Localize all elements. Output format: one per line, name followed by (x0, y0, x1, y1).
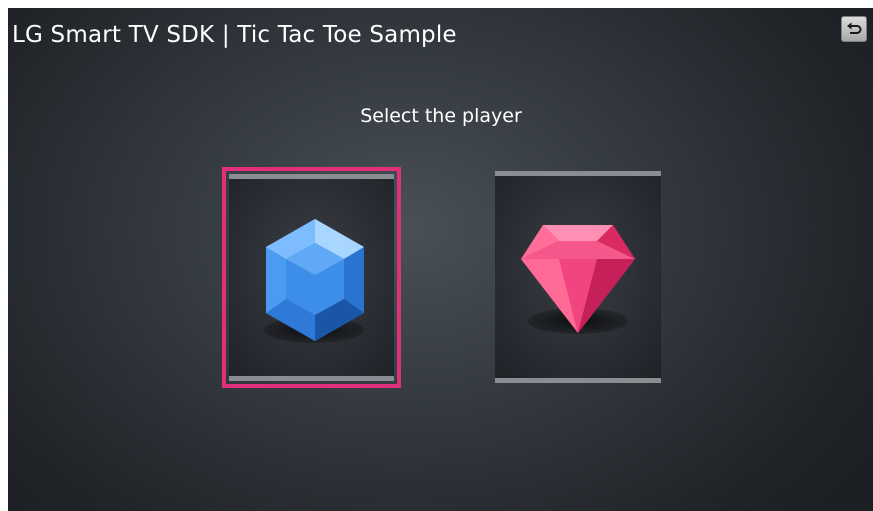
player-card-blue-inner (229, 174, 394, 381)
back-button[interactable] (841, 16, 867, 42)
blue-hexagon-gem-icon (266, 219, 364, 341)
player-card-blue[interactable] (222, 167, 401, 388)
pink-diamond-gem-icon (521, 225, 635, 333)
app-title: LG Smart TV SDK | Tic Tac Toe Sample (12, 22, 457, 48)
back-arrow-icon (846, 22, 862, 36)
select-player-prompt: Select the player (360, 105, 522, 127)
tv-screen: LG Smart TV SDK | Tic Tac Toe Sample Sel… (8, 8, 873, 511)
player-card-pink[interactable] (495, 171, 661, 383)
